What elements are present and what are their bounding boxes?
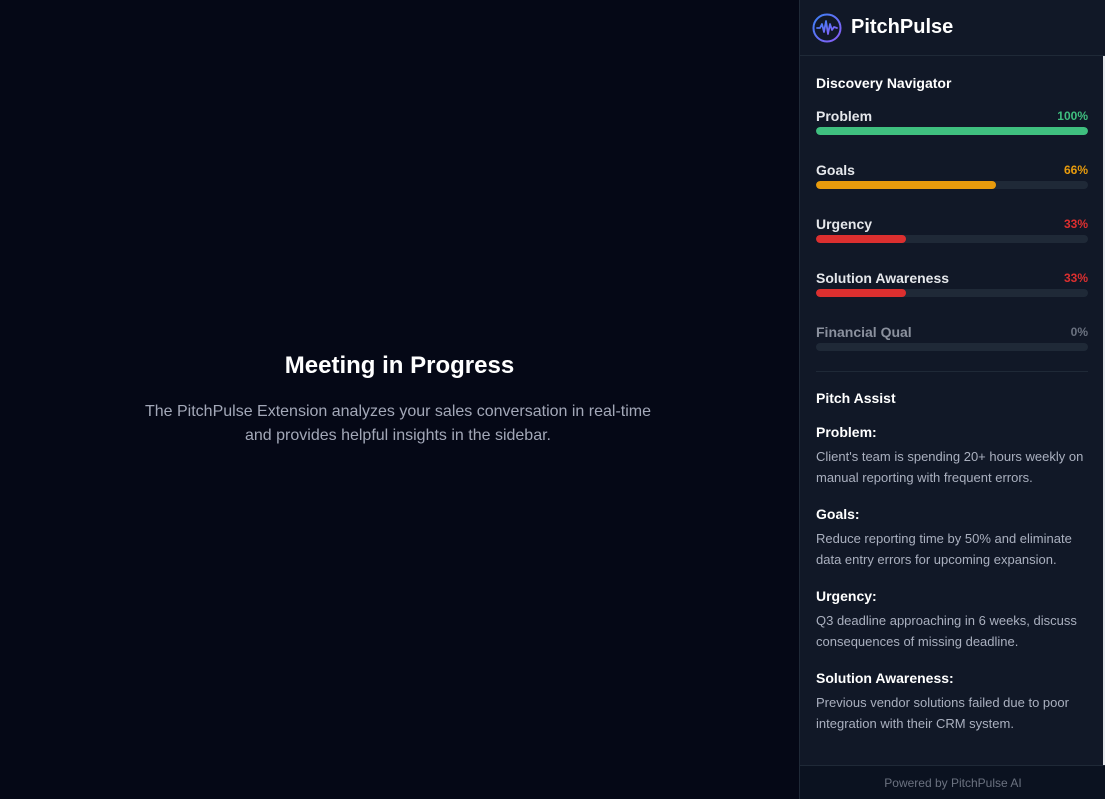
assist-text: Client's team is spending 20+ hours week… bbox=[816, 449, 1084, 485]
metric-percent: 66% bbox=[1063, 163, 1088, 177]
assist-item-solution-awareness: Solution Awareness: Previous vendor solu… bbox=[816, 670, 1088, 734]
metric-label: Goals bbox=[816, 162, 855, 178]
metric-goals: Goals 66% bbox=[816, 162, 1088, 199]
metric-percent: 0% bbox=[1070, 325, 1088, 339]
progress-bar-fill bbox=[816, 181, 996, 189]
metric-financial-qual: Financial Qual 0% bbox=[816, 324, 1088, 361]
assist-heading: Urgency: bbox=[816, 588, 877, 604]
sidebar-footer: Powered by PitchPulse AI bbox=[800, 765, 1105, 799]
discovery-navigator-title: Discovery Navigator bbox=[816, 75, 952, 91]
section-divider bbox=[816, 371, 1088, 372]
metric-urgency: Urgency 33% bbox=[816, 216, 1088, 253]
assist-heading: Problem: bbox=[816, 424, 877, 440]
assist-heading: Goals: bbox=[816, 506, 860, 522]
app: Meeting in Progress The PitchPulse Exten… bbox=[0, 0, 1105, 799]
brand-name: PitchPulse bbox=[851, 16, 954, 38]
assist-item-problem: Problem: Client's team is spending 20+ h… bbox=[816, 424, 1088, 488]
metric-label: Problem bbox=[816, 108, 873, 124]
progress-bar-fill bbox=[816, 127, 1088, 135]
pitch-assist-title: Pitch Assist bbox=[816, 390, 896, 406]
metric-percent: 33% bbox=[1063, 217, 1088, 231]
pulse-waveform-icon bbox=[812, 13, 842, 43]
assist-item-goals: Goals: Reduce reporting time by 50% and … bbox=[816, 506, 1088, 570]
assist-text: Q3 deadline approaching in 6 weeks, disc… bbox=[816, 613, 1077, 649]
assist-text: Reduce reporting time by 50% and elimina… bbox=[816, 531, 1072, 567]
progress-bar-track bbox=[816, 289, 1088, 297]
progress-bar-track bbox=[816, 127, 1088, 135]
assist-text: Previous vendor solutions failed due to … bbox=[816, 695, 1069, 731]
pitchpulse-sidebar: PitchPulse Discovery Navigator Problem 1… bbox=[799, 0, 1105, 799]
sidebar-header: PitchPulse bbox=[800, 0, 1105, 56]
metric-label: Solution Awareness bbox=[816, 270, 950, 286]
progress-bar-fill bbox=[816, 289, 906, 297]
sidebar-content: Discovery Navigator Problem 100% Goals 6… bbox=[816, 56, 1088, 734]
metric-solution-awareness: Solution Awareness 33% bbox=[816, 270, 1088, 307]
progress-bar-track bbox=[816, 181, 1088, 189]
assist-item-urgency: Urgency: Q3 deadline approaching in 6 we… bbox=[816, 588, 1088, 652]
metric-label: Urgency bbox=[816, 216, 873, 232]
metric-problem: Problem 100% bbox=[816, 108, 1088, 145]
metric-list: Problem 100% Goals 66% Urgency 33% Solut… bbox=[816, 108, 1088, 361]
progress-bar-fill bbox=[816, 235, 906, 243]
meeting-description: The PitchPulse Extension analyzes your s… bbox=[144, 403, 652, 444]
meeting-area: Meeting in Progress The PitchPulse Exten… bbox=[0, 0, 799, 799]
progress-bar-track bbox=[816, 235, 1088, 243]
meeting-title: Meeting in Progress bbox=[284, 352, 515, 379]
metric-label: Financial Qual bbox=[816, 324, 912, 340]
progress-bar-track bbox=[816, 343, 1088, 351]
metric-percent: 33% bbox=[1063, 271, 1088, 285]
assist-heading: Solution Awareness: bbox=[816, 670, 954, 686]
metric-percent: 100% bbox=[1057, 109, 1088, 123]
